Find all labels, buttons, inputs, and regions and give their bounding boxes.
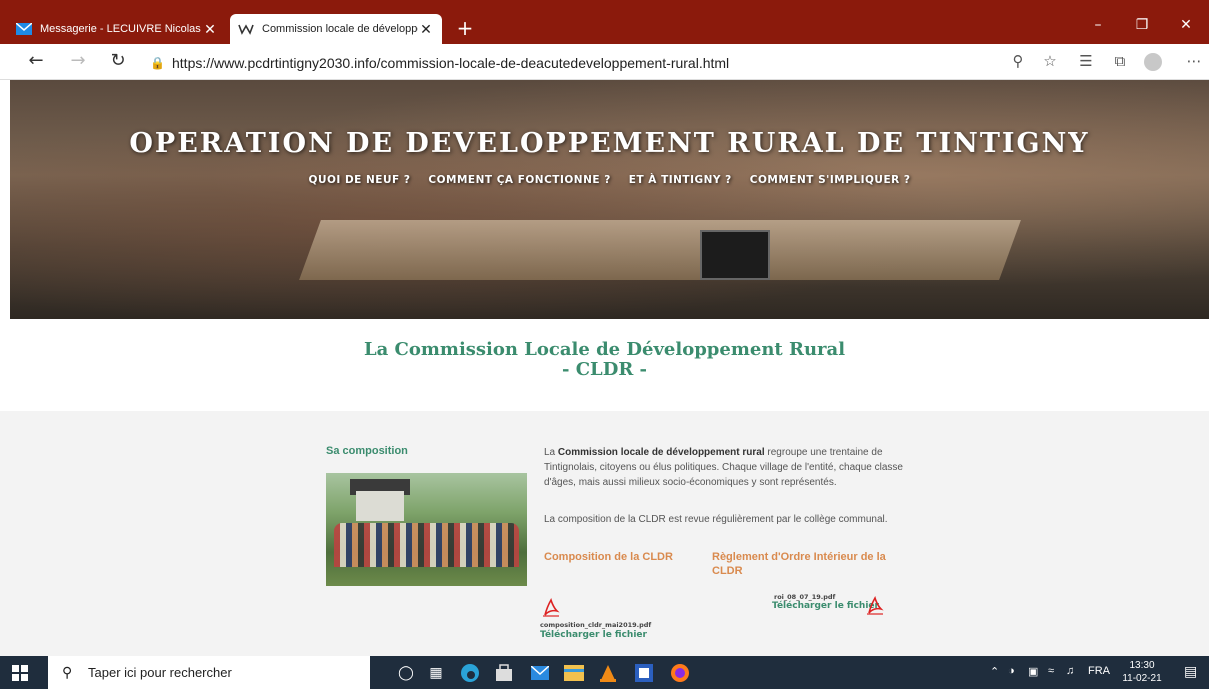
para-bold: Commission locale de développement rural [557, 447, 765, 458]
forward-icon[interactable]: → [64, 50, 92, 74]
para-prefix: La [544, 447, 558, 458]
download-title-composition: Composition de la CLDR [544, 551, 673, 563]
back-icon[interactable]: ← [22, 50, 50, 74]
close-window-icon[interactable]: ✕ [1164, 14, 1208, 38]
favorite-add-icon[interactable]: ☆ [1036, 50, 1064, 74]
language-indicator[interactable]: FRA [1088, 665, 1110, 677]
tab-messagerie[interactable]: Messagerie - LECUIVRE Nicolas - ✕ [8, 14, 226, 44]
store-icon[interactable] [492, 661, 516, 685]
download-title-reglement: Règlement d'Ordre Intérieur de la CLDR [712, 551, 886, 577]
section-heading: Sa composition [326, 445, 408, 457]
page-title: La Commission Locale de Développement Ru… [0, 340, 1209, 380]
wifi-icon[interactable]: ≈ [1048, 665, 1054, 677]
file-name-reglement: roi_08_07_19.pdf [774, 593, 836, 601]
mail-icon [16, 21, 32, 37]
new-tab-button[interactable]: + [450, 14, 480, 44]
hero-photo-laptop [700, 230, 770, 280]
vlc-icon[interactable] [596, 661, 620, 685]
close-tab-icon[interactable]: ✕ [418, 21, 434, 38]
battery-icon: ▣ [1028, 666, 1039, 678]
lock-icon: 🔒 [150, 56, 165, 70]
collections-icon[interactable]: ⧉ [1106, 50, 1134, 74]
group-photo [326, 473, 527, 586]
favorites-icon[interactable]: ☰ [1072, 50, 1100, 74]
address-bar: ← → ↻ 🔒 https://www.pcdrtintigny2030.inf… [0, 44, 1209, 80]
url-text: https://www.pcdrtintigny2030.info/commis… [172, 55, 730, 71]
close-tab-icon[interactable]: ✕ [202, 21, 218, 38]
task-view-icon[interactable]: ▦ [424, 661, 448, 685]
search-placeholder: Taper ici pour rechercher [88, 665, 232, 680]
page-title-line2: - CLDR - [561, 359, 648, 380]
nav-comment-s-impliquer[interactable]: COMMENT S'IMPLIQUER ? [750, 174, 911, 186]
windows-start-icon[interactable] [12, 665, 28, 681]
profile-avatar[interactable] [1144, 53, 1162, 71]
site-title[interactable]: OPERATION DE DEVELOPPEMENT RURAL DE TINT… [10, 128, 1209, 159]
firefox-icon[interactable] [668, 661, 692, 685]
hero-banner: OPERATION DE DEVELOPPEMENT RURAL DE TINT… [10, 80, 1209, 319]
photo-house [356, 491, 404, 521]
download-link-reglement[interactable]: Télécharger le fichier [772, 601, 879, 611]
download-link-composition[interactable]: Télécharger le fichier [540, 630, 647, 640]
revision-paragraph: La composition de la CLDR est revue régu… [544, 514, 888, 525]
tab-label: Messagerie - LECUIVRE Nicolas - [40, 23, 202, 35]
minimize-icon[interactable]: – [1076, 14, 1120, 38]
refresh-icon[interactable]: ↻ [104, 50, 132, 74]
file-explorer-icon[interactable] [562, 661, 586, 685]
cortana-icon[interactable]: ◯ [394, 661, 418, 685]
nav-et-a-tintigny[interactable]: ET À TINTIGNY ? [629, 174, 732, 186]
weebly-icon [238, 21, 254, 37]
volume-icon[interactable]: ♫ [1066, 665, 1074, 677]
browser-tab-bar: Messagerie - LECUIVRE Nicolas - ✕ Commis… [0, 0, 1209, 44]
tab-commission[interactable]: Commission locale de développe ✕ [230, 14, 442, 44]
url-field[interactable]: 🔒 https://www.pcdrtintigny2030.info/comm… [150, 52, 970, 74]
mail-app-icon[interactable] [528, 661, 552, 685]
main-nav: QUOI DE NEUF ? COMMENT ÇA FONCTIONNE ? E… [10, 174, 1209, 186]
taskbar-search[interactable]: ⚲ Taper ici pour rechercher [48, 656, 370, 689]
maximize-icon[interactable]: ❐ [1120, 14, 1164, 38]
intro-paragraph: La Commission locale de développement ru… [544, 445, 914, 490]
zoom-icon[interactable]: ⚲ [1004, 50, 1032, 74]
content-section: Sa composition La Commission locale de d… [0, 411, 1209, 656]
tray-app-icon[interactable]: ◑ [1008, 665, 1015, 677]
page-title-line1: La Commission Locale de Développement Ru… [363, 339, 846, 360]
hero-photo-table [299, 220, 1021, 280]
search-icon: ⚲ [62, 664, 73, 680]
nav-quoi-de-neuf[interactable]: QUOI DE NEUF ? [309, 174, 411, 186]
screen: Messagerie - LECUIVRE Nicolas - ✕ Commis… [0, 0, 1209, 689]
pdf-icon[interactable] [542, 597, 560, 617]
clock[interactable]: 13:30 11-02-21 [1118, 659, 1166, 685]
more-icon[interactable]: ⋯ [1180, 50, 1208, 74]
pdf-icon[interactable] [866, 595, 884, 615]
tab-label: Commission locale de développe [262, 23, 418, 35]
notifications-icon[interactable]: ▤ [1184, 663, 1197, 680]
file-name-composition: composition_cldr_mai2019.pdf [540, 621, 652, 629]
edge-icon[interactable] [458, 661, 482, 685]
clock-date: 11-02-21 [1122, 673, 1162, 684]
nav-comment-ca-fonctionne[interactable]: COMMENT ÇA FONCTIONNE ? [428, 174, 610, 186]
clock-time: 13:30 [1129, 660, 1155, 671]
photo-people [334, 523, 519, 567]
word-icon[interactable] [632, 661, 656, 685]
tray-chevron-icon[interactable]: ⌃ [990, 665, 999, 678]
taskbar: ⚲ Taper ici pour rechercher ◯ ▦ ⌃ ◑ ▣ ≈ … [0, 656, 1209, 689]
